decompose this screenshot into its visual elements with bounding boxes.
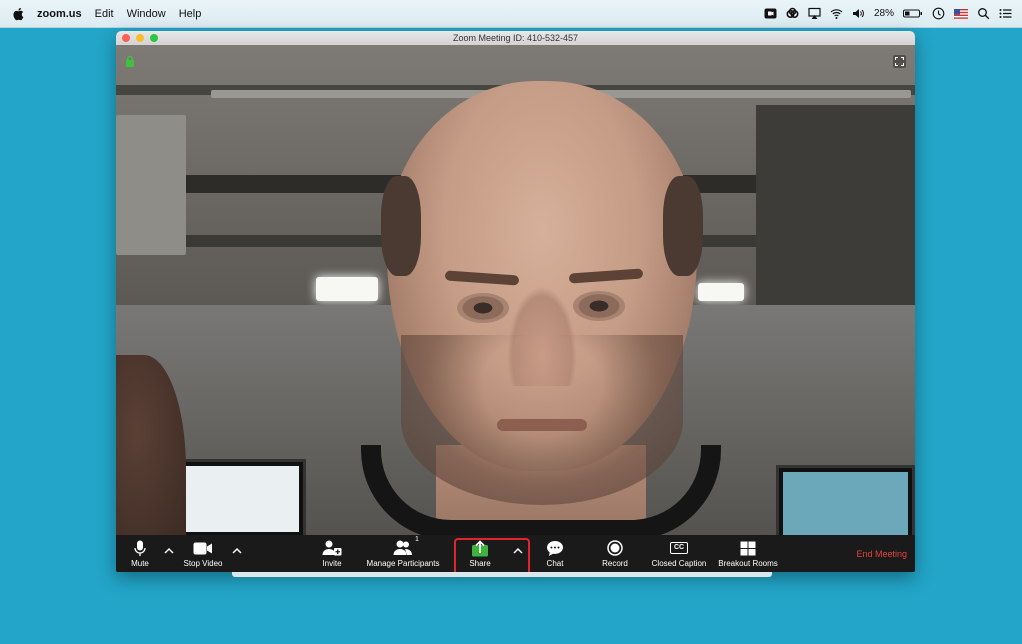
- share-button[interactable]: Share: [464, 535, 496, 572]
- lock-icon[interactable]: [125, 55, 135, 67]
- menu-bar: zoom.us Edit Window Help 28%: [0, 0, 1022, 28]
- end-meeting-button[interactable]: End Meeting: [856, 549, 907, 559]
- video-options-caret[interactable]: [231, 545, 243, 557]
- ceiling-light: [698, 283, 744, 301]
- breakout-rooms-label: Breakout Rooms: [718, 559, 778, 568]
- menu-app-name[interactable]: zoom.us: [37, 8, 82, 20]
- title-bar[interactable]: Zoom Meeting ID: 410-532-457: [116, 31, 915, 45]
- ceiling-light: [316, 277, 378, 301]
- cc-glyph: CC: [670, 542, 688, 554]
- participants-icon: 1: [393, 536, 419, 557]
- breakout-icon: [738, 539, 758, 557]
- audio-options-caret[interactable]: [163, 545, 175, 557]
- flag-icon[interactable]: [954, 7, 968, 20]
- stop-video-button[interactable]: Stop Video: [178, 535, 228, 572]
- record-button[interactable]: Record: [597, 535, 633, 572]
- list-icon[interactable]: [999, 7, 1012, 20]
- invite-icon: [322, 539, 342, 557]
- stop-video-label: Stop Video: [183, 559, 223, 568]
- menu-window[interactable]: Window: [127, 8, 166, 20]
- air-duct: [116, 115, 186, 255]
- camera-icon[interactable]: [764, 7, 777, 20]
- background-monitor: [776, 465, 915, 535]
- share-label: Share: [469, 559, 491, 568]
- wifi-icon[interactable]: [830, 7, 843, 20]
- volume-icon[interactable]: [852, 7, 865, 20]
- manage-participants-label: Manage Participants: [366, 559, 440, 568]
- mute-label: Mute: [131, 559, 149, 568]
- fullscreen-icon[interactable]: [893, 55, 906, 68]
- airplay-icon[interactable]: [808, 7, 821, 20]
- chat-button[interactable]: Chat: [540, 535, 570, 572]
- microphone-icon: [130, 539, 150, 557]
- share-options-caret[interactable]: [512, 545, 524, 557]
- invite-label: Invite: [322, 559, 342, 568]
- window-title: Zoom Meeting ID: 410-532-457: [452, 33, 579, 43]
- record-icon: [605, 539, 625, 557]
- background-monitor: [171, 459, 306, 535]
- cc-icon: CC: [669, 539, 689, 557]
- ceiling-structure: [756, 105, 915, 305]
- closed-caption-label: Closed Caption: [651, 559, 707, 568]
- chat-label: Chat: [546, 559, 564, 568]
- battery-icon[interactable]: [903, 7, 923, 20]
- share-icon: [470, 539, 490, 557]
- zoom-meeting-window: Zoom Meeting ID: 410-532-457 Mute Stop V…: [116, 31, 915, 572]
- video-feed: [116, 45, 915, 535]
- creative-cloud-icon[interactable]: [786, 7, 799, 20]
- search-icon[interactable]: [977, 7, 990, 20]
- mute-button[interactable]: Mute: [126, 535, 154, 572]
- record-label: Record: [602, 559, 628, 568]
- closed-caption-button[interactable]: CC Closed Caption: [648, 535, 710, 572]
- video-icon: [193, 539, 213, 557]
- manage-participants-button[interactable]: 1 Manage Participants: [363, 535, 443, 572]
- menu-help[interactable]: Help: [179, 8, 202, 20]
- breakout-rooms-button[interactable]: Breakout Rooms: [714, 535, 782, 572]
- meeting-toolbar: Mute Stop Video Invite 1 Manage Particip…: [116, 535, 915, 572]
- window-shadow-strip: [232, 572, 772, 577]
- participant-count: 1: [415, 536, 419, 543]
- headphones: [361, 445, 721, 535]
- menu-edit[interactable]: Edit: [95, 8, 114, 20]
- time-machine-icon[interactable]: [932, 7, 945, 20]
- chat-icon: [545, 539, 565, 557]
- apple-icon[interactable]: [12, 7, 24, 21]
- invite-button[interactable]: Invite: [315, 535, 349, 572]
- battery-percent: 28%: [873, 8, 894, 19]
